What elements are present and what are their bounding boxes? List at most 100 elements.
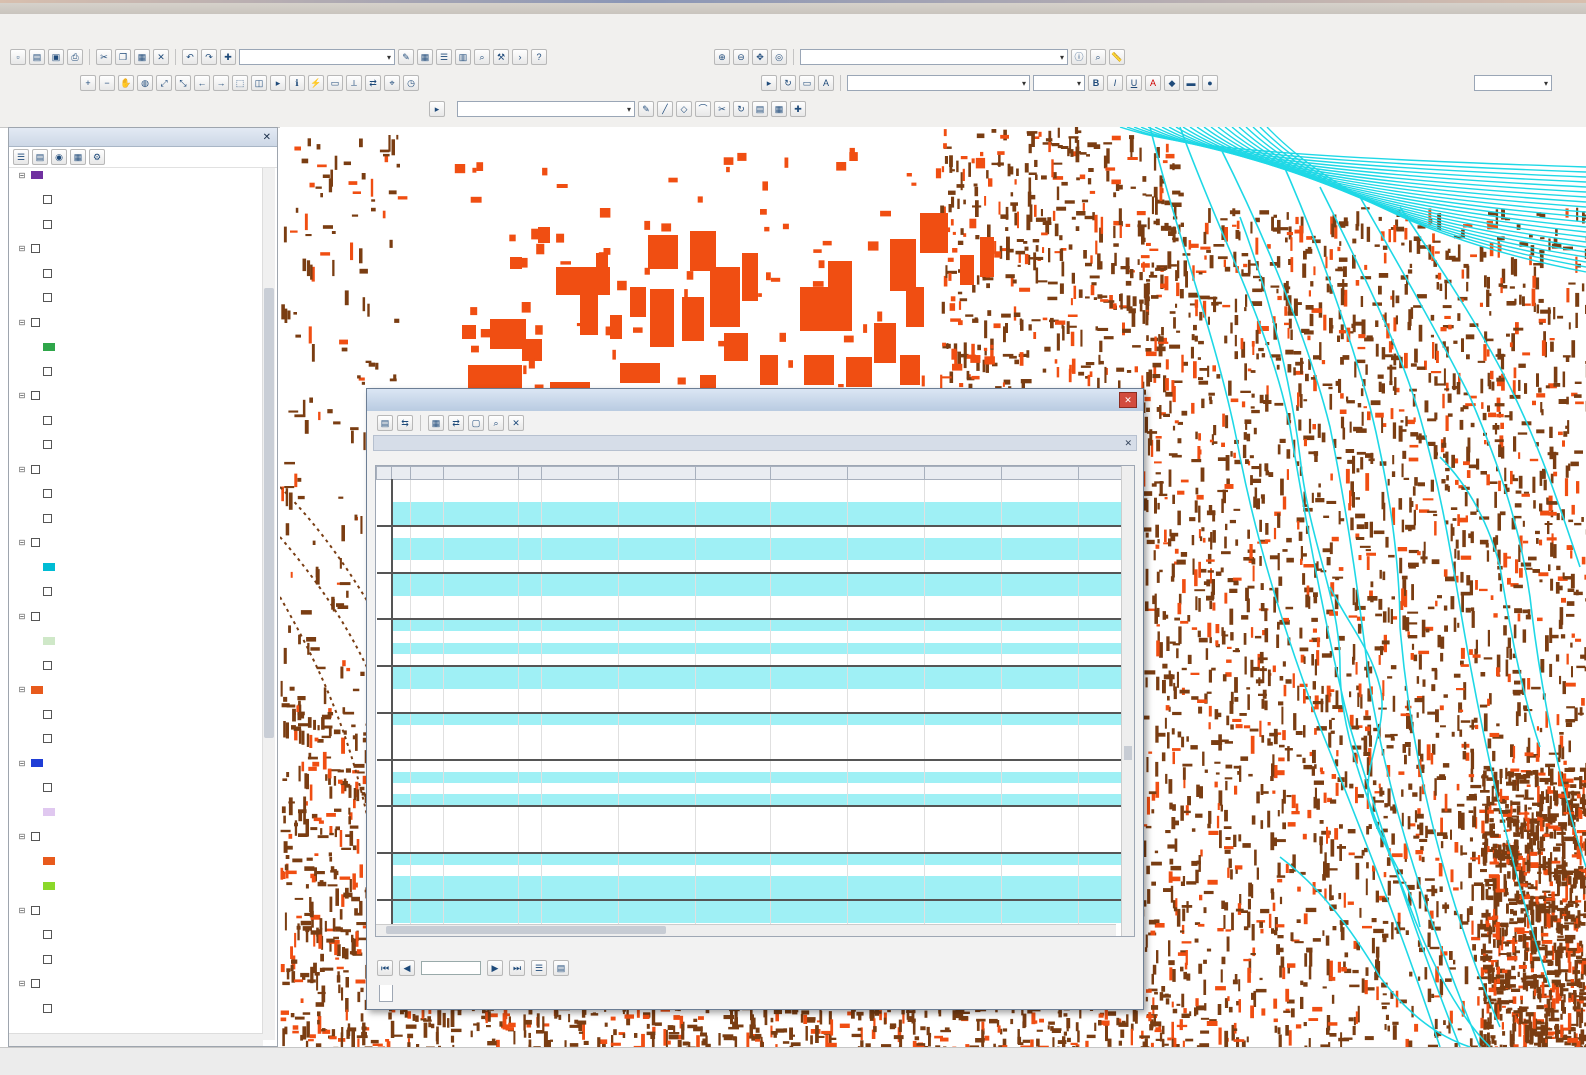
layer-visibility-checkbox[interactable]: [43, 734, 52, 743]
font-color-icon[interactable]: A: [1145, 75, 1161, 91]
rectangle-icon[interactable]: ▭: [799, 75, 815, 91]
layer-visibility-checkbox[interactable]: [31, 906, 40, 915]
toc-layer-item[interactable]: ⊟: [9, 536, 263, 551]
expand-icon[interactable]: ⊟: [17, 171, 27, 180]
sketch-icon[interactable]: ✎: [638, 101, 654, 117]
layer-combo[interactable]: ▾: [457, 101, 635, 117]
identify-icon[interactable]: ⓘ: [1071, 49, 1087, 65]
toc-layer-item[interactable]: ⊟: [9, 903, 263, 918]
toc-layer-item[interactable]: ⊟: [9, 756, 263, 771]
catalog-icon[interactable]: ▥: [455, 49, 471, 65]
fill-color-icon[interactable]: ◆: [1164, 75, 1180, 91]
layer-visibility-checkbox[interactable]: [31, 391, 40, 400]
toc-horizontal-scrollbar[interactable]: [9, 1033, 263, 1046]
toc-layer-item[interactable]: [9, 854, 263, 869]
find-route-icon[interactable]: ⇄: [365, 75, 381, 91]
layer-visibility-checkbox[interactable]: [43, 587, 52, 596]
vertex-icon[interactable]: ◇: [676, 101, 692, 117]
measure-icon[interactable]: 📏: [1109, 49, 1125, 65]
add-data-icon[interactable]: ✚: [220, 49, 236, 65]
back-icon[interactable]: ←: [194, 75, 210, 91]
expand-icon[interactable]: ⊟: [17, 318, 27, 327]
toc-layer-item[interactable]: [9, 340, 263, 355]
expand-icon[interactable]: ⊟: [17, 685, 27, 694]
layer-visibility-checkbox[interactable]: [43, 293, 52, 302]
toc-layer-item[interactable]: ⊟: [9, 977, 263, 992]
attributes-icon[interactable]: ▤: [752, 101, 768, 117]
toc-layer-item[interactable]: [9, 511, 263, 526]
reshape-icon[interactable]: ⌒: [695, 101, 711, 117]
paste-icon[interactable]: ▦: [134, 49, 150, 65]
list-by-drawing-order-icon[interactable]: ☰: [13, 149, 29, 165]
layer-visibility-checkbox[interactable]: [31, 979, 40, 988]
layer-visibility-checkbox[interactable]: [31, 465, 40, 474]
toc-layer-item[interactable]: ⊟: [9, 168, 263, 183]
toc-layer-item[interactable]: [9, 413, 263, 428]
toc-vertical-scrollbar[interactable]: [262, 168, 275, 1040]
toc-layer-item[interactable]: ⊟: [9, 609, 263, 624]
select-features-icon[interactable]: ⬚: [232, 75, 248, 91]
toc-layer-item[interactable]: [9, 364, 263, 379]
toc-close-icon[interactable]: ✕: [263, 132, 271, 143]
expand-icon[interactable]: ⊟: [17, 391, 27, 400]
pointer-icon[interactable]: ▸: [761, 75, 777, 91]
list-by-visibility-icon[interactable]: ◉: [51, 149, 67, 165]
underline-icon[interactable]: U: [1126, 75, 1142, 91]
time-slider-icon[interactable]: ◷: [403, 75, 419, 91]
straight-segment-icon[interactable]: ╱: [657, 101, 673, 117]
layer-visibility-checkbox[interactable]: [43, 220, 52, 229]
layer-visibility-checkbox[interactable]: [43, 416, 52, 425]
sketch-properties-icon[interactable]: ▦: [771, 101, 787, 117]
copy-icon[interactable]: ❐: [115, 49, 131, 65]
bold-icon[interactable]: B: [1088, 75, 1104, 91]
toc-layer-item[interactable]: [9, 805, 263, 820]
python-icon[interactable]: ›: [512, 49, 528, 65]
font-size-combo[interactable]: ▾: [1033, 75, 1085, 91]
goto-xy-icon[interactable]: ⌖: [384, 75, 400, 91]
layer-visibility-checkbox[interactable]: [43, 710, 52, 719]
toc-layer-item[interactable]: [9, 879, 263, 894]
toc-layer-item[interactable]: [9, 732, 263, 747]
search-icon[interactable]: ⌕: [474, 49, 490, 65]
toc-layer-item[interactable]: ⊟: [9, 830, 263, 845]
toc-layer-item[interactable]: [9, 487, 263, 502]
toc-layer-item[interactable]: [9, 634, 263, 649]
expand-icon[interactable]: ⊟: [17, 759, 27, 768]
globe-icon[interactable]: ◍: [137, 75, 153, 91]
identify-tool-icon[interactable]: ℹ: [289, 75, 305, 91]
layer-visibility-checkbox[interactable]: [31, 538, 40, 547]
zoom-out-icon[interactable]: ⊖: [733, 49, 749, 65]
toc-layer-item[interactable]: [9, 781, 263, 796]
zoom-out-tool-icon[interactable]: −: [99, 75, 115, 91]
list-by-selection-icon[interactable]: ▦: [70, 149, 86, 165]
layer-visibility-checkbox[interactable]: [43, 440, 52, 449]
layer-visibility-checkbox[interactable]: [31, 832, 40, 841]
layer-visibility-checkbox[interactable]: [31, 612, 40, 621]
toc-layer-item[interactable]: [9, 928, 263, 943]
toc-layer-item[interactable]: [9, 193, 263, 208]
layer-visibility-checkbox[interactable]: [43, 269, 52, 278]
layer-visibility-checkbox[interactable]: [43, 783, 52, 792]
expand-icon[interactable]: ⊟: [17, 979, 27, 988]
editor-icon[interactable]: ✎: [398, 49, 414, 65]
toc-layer-item[interactable]: ⊟: [9, 242, 263, 257]
toc-layer-item[interactable]: [9, 952, 263, 967]
georef-combo[interactable]: ▾: [800, 49, 1068, 65]
scale-combo[interactable]: ▾: [239, 49, 395, 65]
expand-icon[interactable]: ⊟: [17, 906, 27, 915]
toc-options-icon[interactable]: ⚙: [89, 149, 105, 165]
select-elements-icon[interactable]: ▸: [270, 75, 286, 91]
layer-visibility-checkbox[interactable]: [43, 489, 52, 498]
create-features-icon[interactable]: ✚: [790, 101, 806, 117]
open-icon[interactable]: ▤: [29, 49, 45, 65]
layer-visibility-checkbox[interactable]: [31, 318, 40, 327]
table-icon[interactable]: ▦: [417, 49, 433, 65]
toc-layer-item[interactable]: ⊟: [9, 683, 263, 698]
measure-tool-icon[interactable]: ⟂: [346, 75, 362, 91]
rotate-feature-icon[interactable]: ↻: [733, 101, 749, 117]
expand-icon[interactable]: ⊟: [17, 244, 27, 253]
toc-layer-item[interactable]: ⊟: [9, 389, 263, 404]
font-combo[interactable]: ▾: [847, 75, 1030, 91]
layer-visibility-checkbox[interactable]: [43, 514, 52, 523]
redo-icon[interactable]: ↷: [201, 49, 217, 65]
